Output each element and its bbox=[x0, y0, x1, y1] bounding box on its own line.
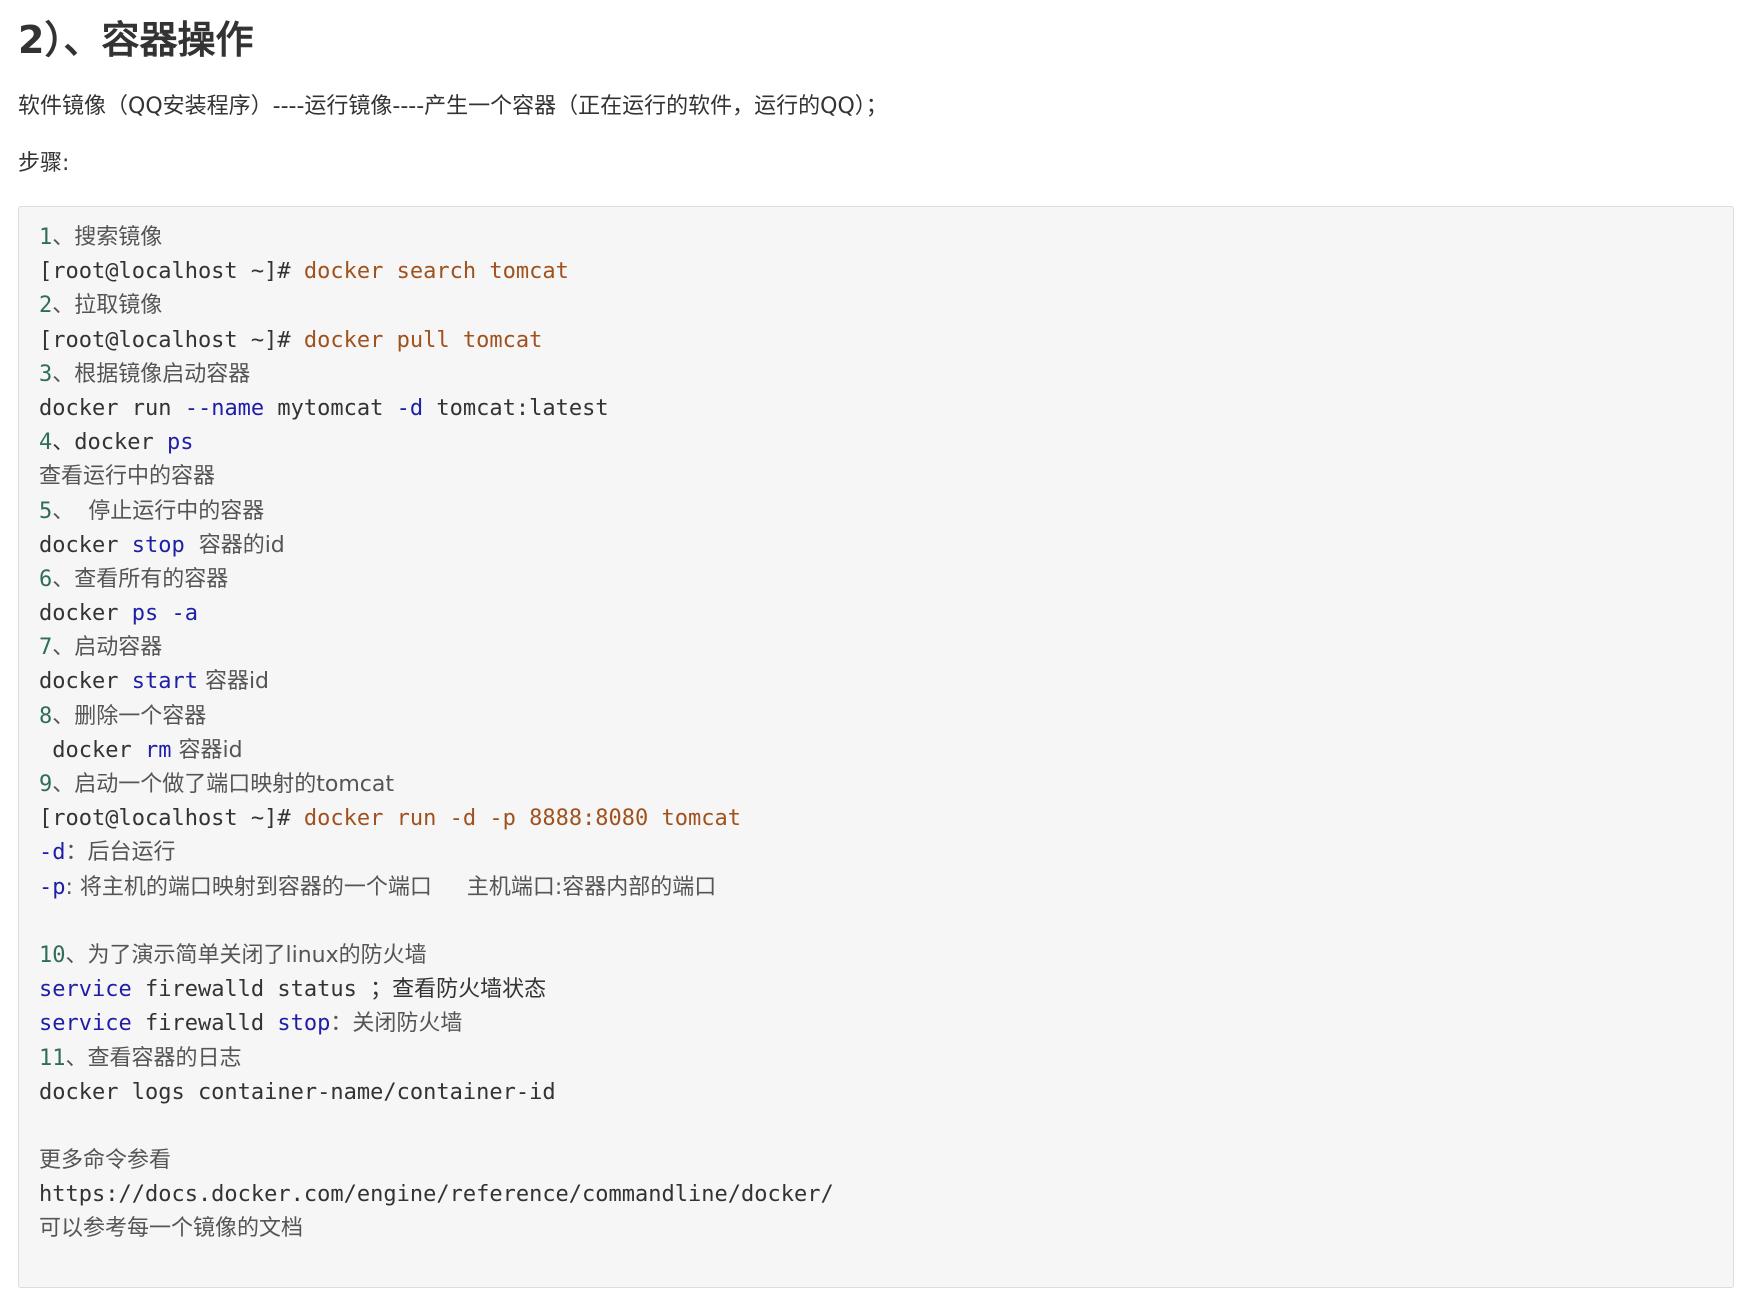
step-title: 、 停止运行中的容器 bbox=[52, 498, 265, 524]
code-comment: 更多命令参看 bbox=[39, 1148, 172, 1174]
code-flag: -d bbox=[39, 840, 66, 866]
code-block: 1、搜索镜像 [root@localhost ~]# docker search… bbox=[18, 206, 1734, 1288]
step-number: 11 bbox=[39, 1045, 66, 1071]
step-title: 、拉取镜像 bbox=[52, 293, 163, 319]
code-keyword: rm bbox=[144, 737, 172, 763]
code-keyword: start bbox=[131, 669, 198, 695]
code-line: 8、删除一个容器 bbox=[39, 700, 1733, 734]
code-keyword: stop bbox=[277, 1011, 331, 1037]
step-number: 3 bbox=[39, 361, 53, 387]
code-line: docker logs container-name/container-id bbox=[39, 1076, 1733, 1110]
code-flag: -p bbox=[39, 874, 66, 900]
code-line: service firewalld status ；查看防火墙状态 bbox=[39, 973, 1733, 1007]
step-number: 9 bbox=[39, 772, 53, 797]
step-number: 6 bbox=[39, 566, 53, 592]
code-text: docker bbox=[39, 532, 132, 558]
code-keyword: service bbox=[39, 977, 132, 1003]
shell-command: docker search tomcat bbox=[290, 259, 569, 285]
code-text: firewalld bbox=[131, 1011, 278, 1037]
shell-prompt: [root@localhost ~]# bbox=[39, 806, 291, 832]
code-comment: ：关闭防火墙 bbox=[330, 1011, 463, 1037]
step-title: 、删除一个容器 bbox=[52, 703, 207, 729]
code-comment: 可以参考每一个镜像的文档 bbox=[39, 1216, 304, 1242]
step-title: 、根据镜像启动容器 bbox=[52, 361, 251, 387]
step-number: 1 bbox=[39, 225, 53, 250]
code-keyword: stop bbox=[131, 532, 185, 558]
code-line: 11、查看容器的日志 bbox=[39, 1042, 1733, 1076]
step-number: 5 bbox=[39, 498, 53, 524]
code-line: 查看运行中的容器 bbox=[39, 460, 1733, 494]
code-line: docker rm 容器id bbox=[39, 734, 1733, 768]
code-line: [root@localhost ~]# docker search tomcat bbox=[39, 255, 1733, 289]
code-text: docker bbox=[39, 669, 132, 695]
code-text: mytomcat bbox=[264, 395, 397, 421]
shell-command: docker run -d -p 8888:8080 tomcat bbox=[290, 806, 742, 832]
code-comment: ：后台运行 bbox=[65, 840, 176, 866]
shell-command: docker pull tomcat bbox=[290, 327, 543, 353]
code-text: docker bbox=[39, 601, 132, 627]
step-title: 、启动容器 bbox=[52, 635, 163, 661]
code-line: docker start 容器id bbox=[39, 665, 1733, 699]
code-line: 7、启动容器 bbox=[39, 631, 1733, 665]
code-text: 、docker bbox=[52, 430, 167, 456]
code-comment: : 将主机的端口映射到容器的一个端口 主机端口:容器内部的端口 bbox=[65, 874, 717, 900]
step-title: 、查看所有的容器 bbox=[52, 566, 229, 592]
step-number: 2 bbox=[39, 293, 53, 319]
step-title: 、启动一个做了端口映射的tomcat bbox=[52, 772, 394, 797]
step-title: 、为了演示简单关闭了linux的防火墙 bbox=[65, 942, 427, 968]
code-keyword: ps bbox=[166, 430, 194, 456]
code-flag: -d bbox=[396, 395, 424, 421]
code-line: [root@localhost ~]# docker pull tomcat bbox=[39, 324, 1733, 358]
code-text: docker logs container-name/container-id bbox=[39, 1079, 556, 1105]
section-heading: 2）、容器操作 bbox=[18, 18, 254, 62]
code-keyword: service bbox=[39, 1011, 132, 1037]
docs-url: https://docs.docker.com/engine/reference… bbox=[39, 1182, 834, 1208]
code-line: docker ps -a bbox=[39, 597, 1733, 631]
code-line: 10、为了演示简单关闭了linux的防火墙 bbox=[39, 939, 1733, 973]
code-line: 6、查看所有的容器 bbox=[39, 563, 1733, 597]
code-line: 4、docker ps bbox=[39, 426, 1733, 460]
code-text: docker bbox=[39, 737, 145, 763]
code-line: -p: 将主机的端口映射到容器的一个端口 主机端口:容器内部的端口 bbox=[39, 871, 1733, 905]
step-number: 7 bbox=[39, 635, 53, 661]
code-text: docker run bbox=[39, 395, 185, 421]
code-line: 更多命令参看 bbox=[39, 1144, 1733, 1178]
step-number: 8 bbox=[39, 703, 53, 729]
code-comment: 容器的id bbox=[184, 532, 285, 558]
code-line: docker run --name mytomcat -d tomcat:lat… bbox=[39, 392, 1733, 426]
step-title: 、搜索镜像 bbox=[52, 225, 163, 250]
step-number: 10 bbox=[39, 942, 66, 968]
code-line: 可以参考每一个镜像的文档 bbox=[39, 1212, 1733, 1246]
intro-paragraph: 软件镜像（QQ安装程序）----运行镜像----产生一个容器（正在运行的软件，运… bbox=[18, 94, 888, 119]
code-line: 1、搜索镜像 bbox=[39, 221, 1733, 255]
code-line: https://docs.docker.com/engine/reference… bbox=[39, 1178, 1733, 1212]
code-line: 2、拉取镜像 bbox=[39, 289, 1733, 323]
code-comment: 查看运行中的容器 bbox=[39, 464, 216, 490]
code-text: tomcat:latest bbox=[423, 395, 609, 421]
code-line: 5、 停止运行中的容器 bbox=[39, 495, 1733, 529]
code-comment: 容器id bbox=[197, 669, 270, 695]
code-comment: 容器id bbox=[171, 737, 243, 763]
shell-prompt: [root@localhost ~]# bbox=[39, 259, 291, 285]
steps-label: 步骤: bbox=[18, 151, 70, 176]
code-text: firewalld status ；查看防火墙状态 bbox=[131, 977, 547, 1003]
code-flag: --name bbox=[184, 395, 265, 421]
code-line: service firewalld stop：关闭防火墙 bbox=[39, 1007, 1733, 1041]
step-number: 4 bbox=[39, 430, 53, 456]
code-line: 3、根据镜像启动容器 bbox=[39, 358, 1733, 392]
code-line: docker stop 容器的id bbox=[39, 529, 1733, 563]
code-line: 9、启动一个做了端口映射的tomcat bbox=[39, 768, 1733, 802]
code-line: -d：后台运行 bbox=[39, 836, 1733, 870]
step-title: 、查看容器的日志 bbox=[65, 1045, 242, 1071]
code-line: [root@localhost ~]# docker run -d -p 888… bbox=[39, 802, 1733, 836]
code-keyword: ps -a bbox=[131, 601, 198, 627]
shell-prompt: [root@localhost ~]# bbox=[39, 327, 291, 353]
